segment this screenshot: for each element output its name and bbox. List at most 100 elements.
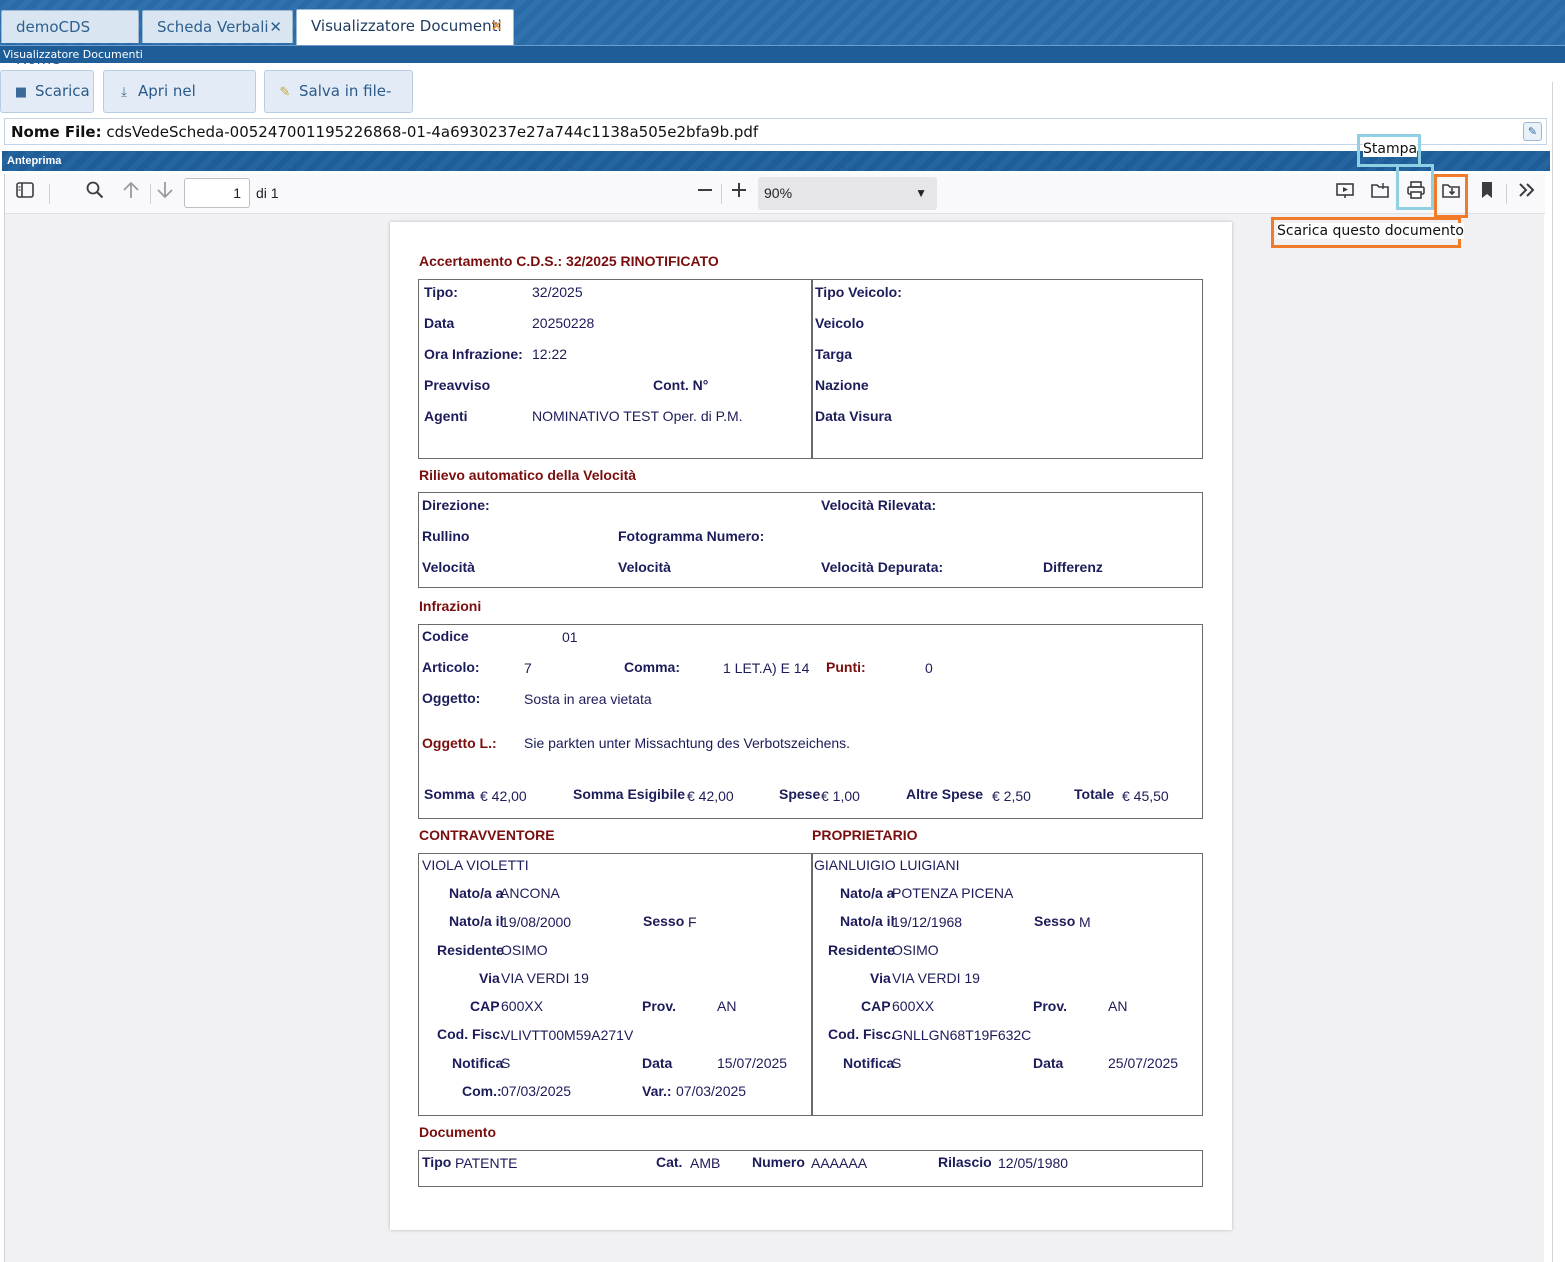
arrow-down-icon[interactable] — [151, 180, 179, 208]
file-name-bar: Nome File: cdsVedeScheda-005247001195226… — [4, 118, 1547, 145]
doc-tipo-label: Tipo — [422, 1154, 452, 1170]
tipo-veicolo-label: Tipo Veicolo: — [815, 284, 902, 300]
c-prov-value: AN — [717, 998, 737, 1014]
page-number-input[interactable]: 1 — [184, 178, 250, 208]
download-button-label: Scarica — [35, 82, 90, 100]
more-tools-icon[interactable] — [1513, 180, 1541, 208]
c-codfisc-value: VLIVTT00M59A271V — [501, 1027, 634, 1043]
tipo-label: Tipo: — [424, 284, 458, 300]
p-residente-label: Residente — [828, 942, 895, 958]
totale-value: € 45,50 — [1122, 788, 1169, 804]
tooltip-download: Scarica questo documento — [1277, 223, 1464, 239]
p-sesso-label: Sesso — [1034, 913, 1076, 929]
save-filebox-button[interactable]: ✎Salva in file-box — [264, 70, 413, 142]
c-codfisc-label: Cod. Fisc. — [437, 1026, 504, 1042]
p-cap-value: 600XX — [892, 998, 935, 1014]
zoom-out-icon[interactable] — [691, 180, 719, 208]
c-var-value: 07/03/2025 — [676, 1083, 747, 1099]
c-var-label: Var.: — [642, 1083, 672, 1099]
c-residente-label: Residente — [437, 942, 504, 958]
velocita-title: Rilievo automatico della Velocità — [419, 467, 637, 483]
c-prov-label: Prov. — [642, 998, 676, 1014]
chevron-down-icon: ▼ — [915, 186, 927, 200]
codice-value: 01 — [562, 629, 578, 645]
p-codfisc-value: GNLLGN68T19F632C — [892, 1027, 1032, 1043]
pencil-icon[interactable]: ✎ — [1523, 122, 1542, 141]
oggetto-label: Oggetto: — [422, 690, 481, 706]
documento-title: Documento — [419, 1124, 496, 1140]
c-com-label: Com.: — [462, 1083, 502, 1099]
velocita-label-1: Velocità — [422, 559, 475, 575]
close-icon[interactable]: ✕ — [269, 11, 282, 43]
totale-label: Totale — [1074, 786, 1115, 802]
download-button-highlight — [1434, 174, 1468, 218]
p-notifica-value: S — [892, 1055, 902, 1071]
presentation-mode-icon[interactable] — [1331, 180, 1359, 208]
oggetto-l-value: Sie parkten unter Missachtung des Verbot… — [524, 735, 851, 751]
arrow-up-icon[interactable] — [117, 180, 145, 208]
data-value: 20250228 — [532, 315, 595, 331]
p-data-value: 25/07/2025 — [1108, 1055, 1179, 1071]
articolo-value: 7 — [524, 660, 532, 676]
p-prov-label: Prov. — [1033, 998, 1067, 1014]
data-label: Data — [424, 315, 455, 331]
search-icon[interactable] — [81, 180, 109, 208]
page-total: di 1 — [256, 185, 279, 201]
contravventore-name: VIOLA VIOLETTI — [422, 857, 529, 873]
c-natoa-value: ANCONA — [500, 885, 560, 901]
velocita-depurata-label: Velocità Depurata: — [821, 559, 944, 575]
altre-spese-label: Altre Spese — [906, 786, 984, 802]
zoom-in-icon[interactable] — [725, 180, 753, 208]
p-via-label: Via — [870, 970, 891, 986]
somma-value: € 42,00 — [480, 788, 527, 804]
p-natoil-value: 19/12/1968 — [892, 914, 963, 930]
p-prov-value: AN — [1108, 998, 1128, 1014]
outer-scrollbar[interactable] — [1552, 82, 1565, 1262]
sidebar-toggle-icon[interactable] — [11, 180, 39, 208]
close-icon[interactable]: ✕ — [490, 10, 503, 42]
zoom-select[interactable]: 90% ▼ — [758, 177, 937, 210]
file-name-value: cdsVedeScheda-005247001195226868-01-4a69… — [106, 123, 759, 141]
differenz-label: Differenz — [1043, 559, 1103, 575]
c-data-value: 15/07/2025 — [717, 1055, 788, 1071]
p-residente-value: OSIMO — [892, 942, 939, 958]
doc-tipo-value: PATENTE — [455, 1155, 518, 1171]
tab-scheda-verbali[interactable]: Scheda Verbali ✕ — [142, 10, 293, 43]
agenti-value: NOMINATIVO TEST Oper. di P.M. — [532, 408, 743, 424]
tab-visualizzatore-documenti[interactable]: Visualizzatore Documenti ✕ — [296, 9, 514, 45]
c-data-label: Data — [642, 1055, 673, 1071]
punti-value: 0 — [925, 660, 933, 676]
somma-esigibile-value: € 42,00 — [687, 788, 734, 804]
data-visura-label: Data Visura — [815, 408, 892, 424]
spese-label: Spese — [779, 786, 821, 802]
c-notifica-label: Notifica — [452, 1055, 504, 1071]
c-cap-value: 600XX — [501, 998, 544, 1014]
doc-rilascio-value: 12/05/1980 — [998, 1155, 1069, 1171]
c-natoil-label: Nato/a il — [449, 913, 504, 929]
preavviso-label: Preavviso — [424, 377, 491, 393]
window-title: Visualizzatore Documenti — [0, 45, 1565, 63]
p-sesso-value: M — [1079, 914, 1091, 930]
open-file-icon[interactable] — [1366, 180, 1394, 208]
doc-cat-value: AMB — [690, 1155, 721, 1171]
c-notifica-value: S — [501, 1055, 511, 1071]
tab-democds-home[interactable]: demoCDS Home — [1, 10, 139, 68]
agenti-label: Agenti — [424, 408, 468, 424]
somma-esigibile-label: Somma Esigibile — [573, 786, 686, 802]
open-in-system-button[interactable]: ⤓Apri nel sistema — [103, 70, 256, 142]
doc-rilascio-label: Rilascio — [938, 1154, 992, 1170]
ora-label: Ora Infrazione: — [424, 346, 523, 362]
p-cap-label: CAP — [861, 998, 891, 1014]
codice-label: Codice — [422, 628, 469, 644]
velocita-label-2: Velocità — [618, 559, 671, 575]
contravventore-title: CONTRAVVENTORE — [419, 827, 555, 843]
c-via-label: Via — [479, 970, 500, 986]
zoom-value: 90% — [764, 185, 793, 201]
somma-label: Somma — [424, 786, 475, 802]
veicolo-label: Veicolo — [815, 315, 865, 331]
proprietario-name: GIANLUIGIO LUIGIANI — [814, 857, 960, 873]
c-natoa-label: Nato/a a — [449, 885, 504, 901]
bookmark-icon[interactable] — [1473, 180, 1501, 208]
doc-cat-label: Cat. — [656, 1154, 683, 1170]
download-button[interactable]: ■ Scarica — [0, 70, 94, 113]
